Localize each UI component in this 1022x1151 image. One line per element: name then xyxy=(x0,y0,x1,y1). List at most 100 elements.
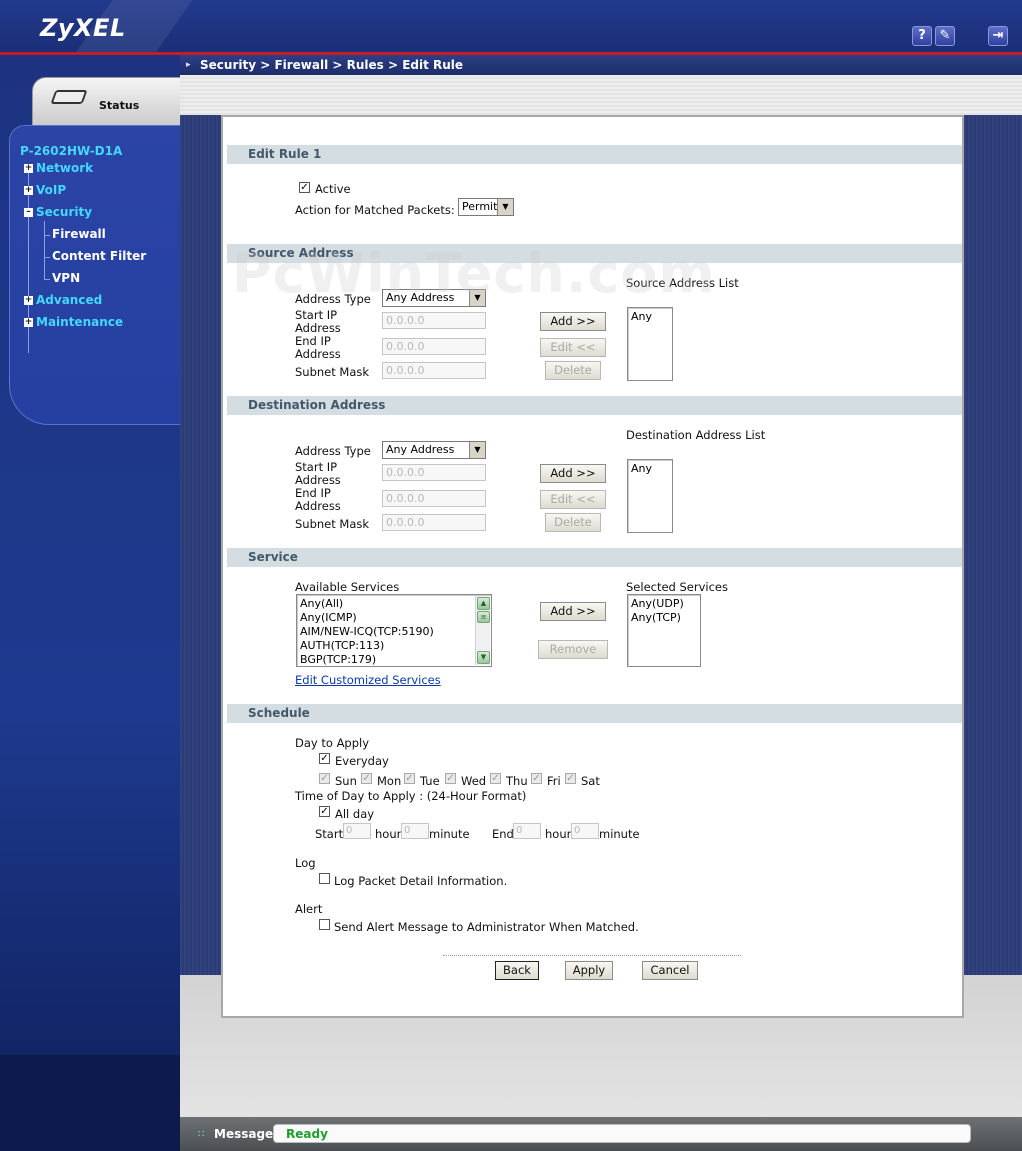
expand-icon[interactable]: + xyxy=(24,164,33,173)
sidebar-item-content-filter[interactable]: Content Filter xyxy=(52,249,146,263)
source-subnet-input[interactable]: 0.0.0.0 xyxy=(382,362,486,379)
day-to-apply-label: Day to Apply xyxy=(295,736,370,750)
destination-address-list[interactable]: Any xyxy=(627,459,673,533)
source-end-ip-label: End IP Address xyxy=(295,334,341,361)
tue-checkbox[interactable]: ✓ xyxy=(404,773,415,784)
source-end-ip-input[interactable]: 0.0.0.0 xyxy=(382,338,486,355)
expand-icon[interactable]: + xyxy=(24,318,33,327)
start-minute-label: minute xyxy=(429,827,470,841)
destination-edit-button[interactable]: Edit << xyxy=(540,490,606,509)
collapse-icon[interactable]: – xyxy=(24,208,33,217)
alert-checkbox[interactable] xyxy=(319,919,330,930)
end-hour-label: hour xyxy=(545,827,572,841)
chevron-down-icon: ▼ xyxy=(497,199,513,215)
logout-icon[interactable]: ⇥ xyxy=(988,26,1008,46)
scroll-down-icon[interactable]: ▼ xyxy=(477,651,490,664)
status-tab[interactable]: Status xyxy=(32,77,180,129)
zyxel-logo: ZyXEL xyxy=(40,14,126,42)
section-destination-address: Destination Address xyxy=(227,396,962,415)
destination-address-type-select[interactable]: Any Address ▼ xyxy=(382,441,486,459)
source-add-button[interactable]: Add >> xyxy=(540,312,606,331)
list-item[interactable]: BGP(TCP:179) xyxy=(300,653,488,667)
fri-checkbox[interactable]: ✓ xyxy=(531,773,542,784)
edit-customized-services-link[interactable]: Edit Customized Services xyxy=(295,673,441,687)
source-start-ip-input[interactable]: 0.0.0.0 xyxy=(382,312,486,329)
active-checkbox[interactable]: ✓ xyxy=(299,182,310,193)
alert-label: Alert xyxy=(295,902,323,916)
divider xyxy=(443,955,741,956)
status-tab-label: Status xyxy=(99,99,140,112)
wizard-icon[interactable]: ✎ xyxy=(935,26,955,46)
sun-checkbox[interactable]: ✓ xyxy=(319,773,330,784)
source-edit-button[interactable]: Edit << xyxy=(540,338,606,357)
list-item[interactable]: Any xyxy=(631,310,669,324)
list-item[interactable]: AUTH(TCP:113) xyxy=(300,639,488,653)
message-icon: ∷ xyxy=(198,1129,205,1140)
section-edit-rule: Edit Rule 1 xyxy=(227,145,962,164)
list-item[interactable]: Any(TCP) xyxy=(631,611,697,625)
breadcrumb-text: Security > Firewall > Rules > Edit Rule xyxy=(200,58,464,72)
message-status: Ready xyxy=(286,1127,328,1141)
sidebar-item-label: Maintenance xyxy=(36,315,124,329)
list-item[interactable]: AIM/NEW-ICQ(TCP:5190) xyxy=(300,625,488,639)
expand-icon[interactable]: + xyxy=(24,296,33,305)
mon-checkbox[interactable]: ✓ xyxy=(361,773,372,784)
everyday-checkbox[interactable]: ✓ xyxy=(319,753,330,764)
source-start-ip-label: Start IP Address xyxy=(295,308,341,335)
list-item[interactable]: Any(ICMP) xyxy=(300,611,488,625)
service-add-button[interactable]: Add >> xyxy=(540,602,606,621)
scroll-thumb[interactable]: ≡ xyxy=(477,611,490,623)
scroll-up-icon[interactable]: ▲ xyxy=(477,597,490,610)
thu-checkbox[interactable]: ✓ xyxy=(490,773,501,784)
source-subnet-label: Subnet Mask xyxy=(295,365,370,379)
sidebar-item-label: Security xyxy=(36,205,93,219)
destination-add-button[interactable]: Add >> xyxy=(540,464,606,483)
log-option-label: Log Packet Detail Information. xyxy=(334,874,508,888)
available-services-scrollbar[interactable]: ▲ ≡ ▼ xyxy=(475,596,490,665)
source-address-list[interactable]: Any xyxy=(627,307,673,381)
sidebar-item-advanced[interactable]: + Advanced xyxy=(24,293,102,307)
cancel-button[interactable]: Cancel xyxy=(642,961,698,980)
destination-address-type-value: Any Address xyxy=(386,443,455,456)
list-item[interactable]: Any(All) xyxy=(300,597,488,611)
destination-subnet-input[interactable]: 0.0.0.0 xyxy=(382,514,486,531)
sun-label: Sun xyxy=(335,774,357,788)
apply-button[interactable]: Apply xyxy=(565,961,613,980)
help-icon[interactable]: ? xyxy=(912,26,932,46)
destination-delete-button[interactable]: Delete xyxy=(545,513,601,532)
end-label: End xyxy=(492,827,514,841)
destination-address-type-label: Address Type xyxy=(295,444,371,458)
sidebar-item-label: Advanced xyxy=(36,293,103,307)
sidebar-item-voip[interactable]: + VoIP xyxy=(24,183,66,197)
wed-checkbox[interactable]: ✓ xyxy=(445,773,456,784)
section-schedule: Schedule xyxy=(227,704,962,723)
allday-checkbox[interactable]: ✓ xyxy=(319,806,330,817)
end-hour-input[interactable]: 0 xyxy=(513,823,541,839)
back-button[interactable]: Back xyxy=(495,961,539,980)
mon-label: Mon xyxy=(377,774,402,788)
sidebar-item-firewall[interactable]: Firewall xyxy=(52,227,106,241)
start-minute-input[interactable]: 0 xyxy=(401,823,429,839)
start-hour-input[interactable]: 0 xyxy=(343,823,371,839)
sidebar-item-maintenance[interactable]: + Maintenance xyxy=(24,315,123,329)
sidebar-item-security[interactable]: – Security xyxy=(24,205,92,219)
tue-label: Tue xyxy=(420,774,440,788)
tree-line-sub xyxy=(44,221,45,279)
source-delete-button[interactable]: Delete xyxy=(545,361,601,380)
service-remove-button[interactable]: Remove xyxy=(538,640,608,659)
available-services-list[interactable]: Any(All) Any(ICMP) AIM/NEW-ICQ(TCP:5190)… xyxy=(296,594,492,667)
selected-services-list[interactable]: Any(UDP) Any(TCP) xyxy=(627,594,701,667)
destination-end-ip-input[interactable]: 0.0.0.0 xyxy=(382,490,486,507)
list-item[interactable]: Any(UDP) xyxy=(631,597,697,611)
sat-checkbox[interactable]: ✓ xyxy=(565,773,576,784)
log-checkbox[interactable] xyxy=(319,873,330,884)
destination-start-ip-input[interactable]: 0.0.0.0 xyxy=(382,464,486,481)
list-item[interactable]: Any xyxy=(631,462,669,476)
expand-icon[interactable]: + xyxy=(24,186,33,195)
sidebar-item-vpn[interactable]: VPN xyxy=(52,271,80,285)
destination-subnet-label: Subnet Mask xyxy=(295,517,370,531)
action-select[interactable]: Permit ▼ xyxy=(458,198,514,216)
watermark: PcWinTech.com xyxy=(232,242,716,305)
end-minute-input[interactable]: 0 xyxy=(571,823,599,839)
sidebar-item-network[interactable]: + Network xyxy=(24,161,93,175)
